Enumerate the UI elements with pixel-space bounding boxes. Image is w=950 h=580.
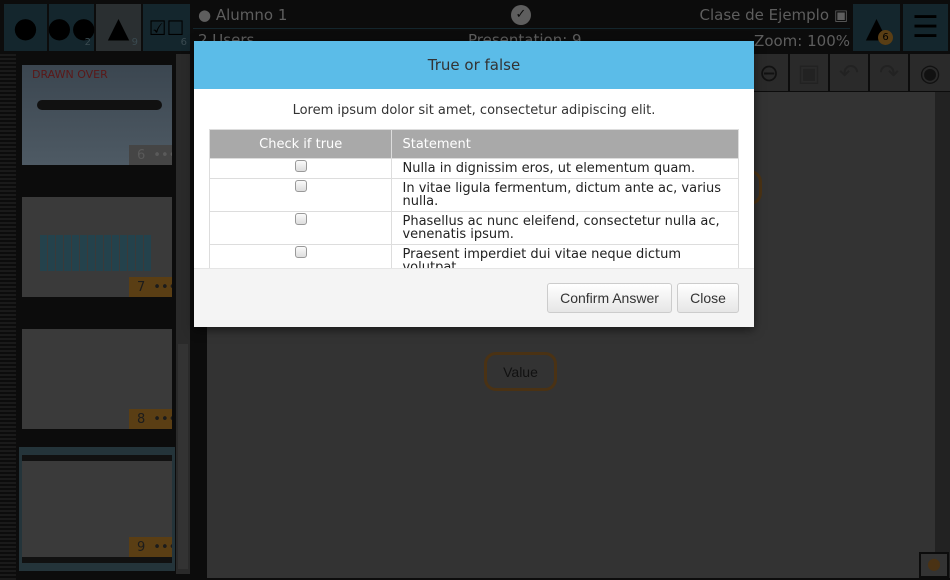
eye-icon: ◉ (919, 58, 941, 87)
chat-button[interactable]: ● (919, 552, 949, 578)
zoom-out-button[interactable]: ⊖ (750, 54, 788, 91)
more-icon: ••• (153, 411, 172, 427)
checklist-button[interactable]: ☑☐ 6 (143, 4, 190, 51)
redo-button[interactable]: ↷ (870, 54, 908, 91)
users-count: 2 Users (198, 31, 255, 41)
menu-button[interactable]: ☰ (903, 4, 948, 51)
presentation-label: Presentation: 9 (468, 31, 582, 41)
slide-thumbnail-7[interactable]: 7••• (22, 197, 172, 297)
notification-badge: 6 (878, 30, 893, 45)
students-button[interactable]: ▲ 9 (96, 4, 141, 51)
plane-image (37, 100, 162, 110)
users-button[interactable]: ●● 2 (47, 4, 96, 51)
true-checkbox[interactable] (294, 246, 307, 258)
check-circle-icon: ✓ (511, 5, 531, 25)
chart-thumbnail (40, 235, 152, 271)
more-icon: ••• (153, 279, 172, 295)
modal-intro: Lorem ipsum dolor sit amet, consectetur … (292, 103, 656, 118)
image-button[interactable]: ▣ (790, 54, 828, 91)
preview-button[interactable]: ◉ (910, 54, 950, 91)
modal-footer: Confirm Answer Close (194, 268, 754, 327)
true-checkbox[interactable] (294, 213, 307, 225)
slide-badge[interactable]: 7••• (129, 277, 172, 297)
undo-icon: ↶ (838, 58, 860, 87)
more-icon: ••• (153, 539, 172, 555)
sidebar-scrollbar[interactable] (176, 54, 190, 574)
current-user: ● Alumno 1 (198, 6, 288, 24)
image-icon: ▣ (797, 58, 821, 87)
slide-thumbnail-8[interactable]: 8••• (22, 329, 172, 429)
scrollbar-thumb[interactable] (178, 344, 188, 569)
notifications-button[interactable]: ▲ 6 (853, 4, 900, 51)
zoom-out-icon: ⊖ (758, 58, 780, 87)
sidebar-handle[interactable] (0, 54, 16, 580)
slide-badge[interactable]: 6••• (129, 145, 172, 165)
slide-badge[interactable]: 8••• (129, 409, 172, 429)
user-icon: ● (13, 11, 38, 44)
statements-table: Check if true Statement Nulla in dignissi… (208, 129, 739, 278)
slide-badge[interactable]: 9••• (129, 537, 172, 557)
more-icon: ••• (153, 147, 172, 163)
user-button[interactable]: ● (4, 4, 47, 51)
header-check: Check if true (208, 129, 393, 159)
table-row: Phasellus ac nunc eleifend, consectetur … (208, 211, 739, 245)
true-checkbox[interactable] (294, 180, 307, 192)
undo-button[interactable]: ↶ (830, 54, 868, 91)
slide-thumbnail-6[interactable]: DRAWN OVER 6••• (22, 65, 172, 165)
right-strip (935, 92, 950, 578)
true-checkbox[interactable] (294, 160, 307, 172)
modal-title: True or false (194, 41, 754, 89)
chat-icon: ● (927, 554, 941, 573)
slide-thumbnail-9[interactable]: 9••• (22, 455, 172, 563)
hamburger-menu-icon: ☰ (912, 10, 939, 45)
close-button[interactable]: Close (677, 283, 739, 313)
confirm-answer-button[interactable]: Confirm Answer (547, 283, 672, 313)
calendar-icon: ▣ (833, 6, 848, 24)
class-name: Clase de Ejemplo ▣ (699, 6, 848, 24)
true-false-modal: True or false Lorem ipsum dolor sit amet… (194, 41, 754, 327)
table-row: In vitae ligula fermentum, dictum ante a… (208, 178, 739, 212)
checklist-icon: ☑☐ (148, 15, 185, 40)
students-icon: ▲ (107, 11, 130, 44)
table-row: Nulla in dignissim eros, ut elementum qu… (208, 158, 739, 179)
speech-bubble[interactable]: Value (484, 352, 557, 391)
header-statement: Statement (391, 129, 739, 159)
divider (193, 28, 850, 29)
redo-icon: ↷ (878, 58, 900, 87)
zoom-level: Zoom: 100% (754, 32, 850, 50)
